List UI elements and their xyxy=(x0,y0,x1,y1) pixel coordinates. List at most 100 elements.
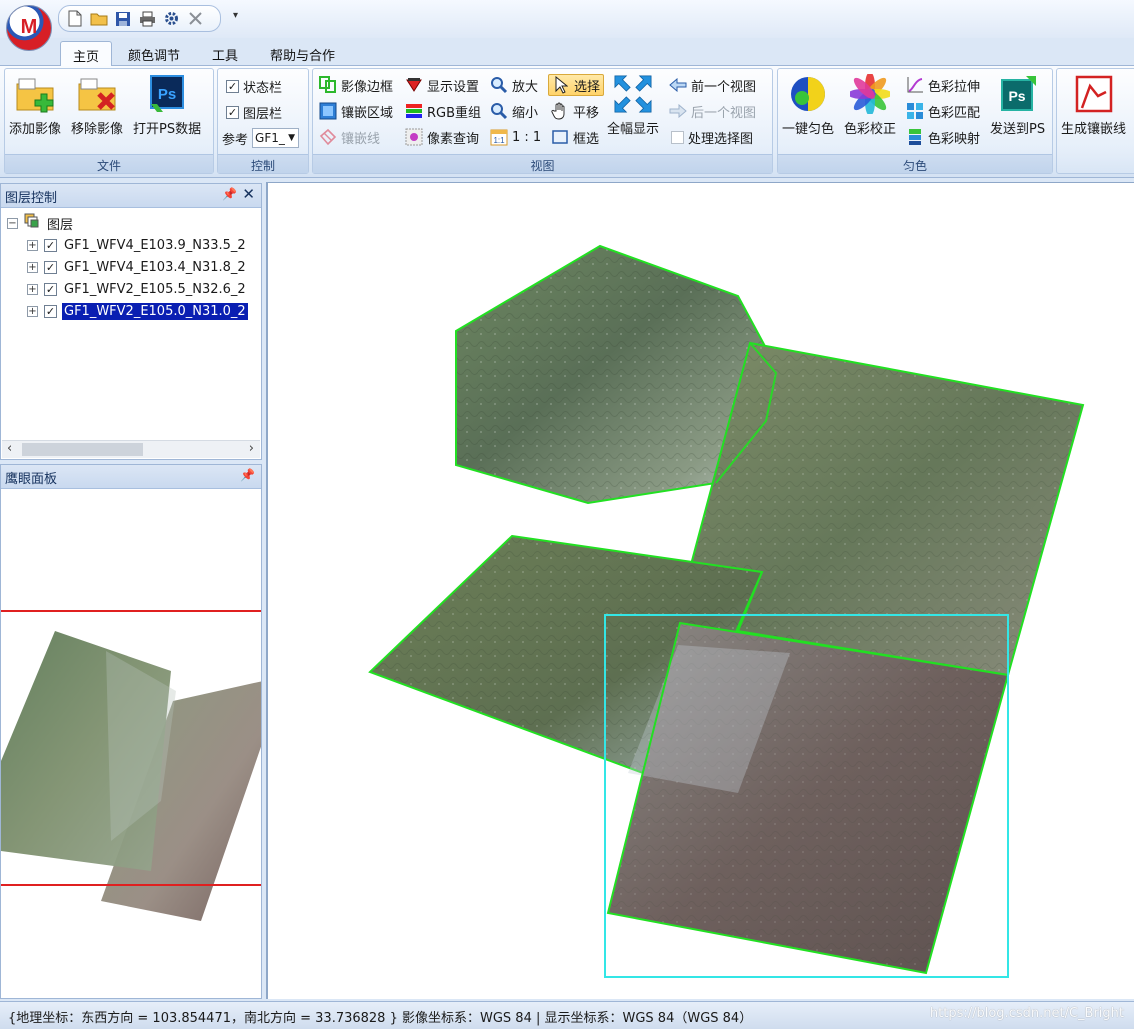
mosaic-line-button[interactable]: 镶嵌线 xyxy=(319,126,380,148)
mapping-icon xyxy=(906,128,924,146)
layer-control-panel: 图层控制 📌 ✕ − 图层 + ✓ GF1_WFV4_E103.9_N33.5_… xyxy=(0,183,262,460)
expand-icon[interactable]: + xyxy=(27,261,38,273)
color-wheel-icon xyxy=(850,73,890,115)
ribbon: 添加影像 移除影像 Ps 打开PS数据 文件 ✓ 状态栏 ✓ 图层栏 参考 GF… xyxy=(0,66,1134,178)
match-grid-icon xyxy=(906,102,924,120)
remove-image-button[interactable]: 移除影像 xyxy=(71,73,123,137)
reference-select[interactable]: GF1_ ▼ xyxy=(252,128,300,148)
scroll-left-icon[interactable]: ‹ xyxy=(7,441,12,456)
layer-visibility-checkbox[interactable]: ✓ xyxy=(44,238,57,252)
tab-home[interactable]: 主页 xyxy=(60,41,113,67)
zoom-out-icon xyxy=(490,102,508,120)
scrollbar-thumb[interactable] xyxy=(22,443,143,456)
box-select-button[interactable]: 框选 xyxy=(551,126,599,148)
color-balance-icon xyxy=(788,73,828,115)
color-correction-button[interactable]: 色彩校正 xyxy=(844,73,896,137)
color-mapping-button[interactable]: 色彩映射 xyxy=(906,126,980,148)
send-to-ps-button[interactable]: Ps 发送到PS xyxy=(990,73,1045,137)
layer-item[interactable]: + ✓ GF1_WFV4_E103.9_N33.5_2 xyxy=(27,234,248,256)
display-settings-button[interactable]: 显示设置 xyxy=(405,74,479,96)
expand-icon[interactable]: + xyxy=(27,305,38,317)
calendar-scale-icon: 1:1 xyxy=(490,128,508,146)
layer-visibility-checkbox[interactable]: ✓ xyxy=(44,260,57,274)
box-select-icon xyxy=(551,128,569,146)
horizontal-scrollbar[interactable]: ‹ › xyxy=(2,440,260,458)
status-bar: {地理坐标：东西方向 = 103.854471，南北方向 = 33.736828… xyxy=(0,1001,1134,1029)
new-file-icon[interactable] xyxy=(65,9,85,29)
remove-folder-icon xyxy=(77,73,117,115)
pixel-query-button[interactable]: 像素查询 xyxy=(405,126,479,148)
eagle-panel-header: 鹰眼面板 📌 xyxy=(1,465,261,489)
collapse-icon[interactable]: − xyxy=(7,217,18,229)
qat-customize-dropdown[interactable]: ▾ xyxy=(233,10,238,21)
image-footprint-4[interactable] xyxy=(606,621,1010,975)
mosaic-area-button[interactable]: 镶嵌区域 xyxy=(319,100,393,122)
add-image-button[interactable]: 添加影像 xyxy=(9,73,61,137)
rgb-recombine-button[interactable]: RGB重组 xyxy=(405,100,481,122)
layer-visibility-checkbox[interactable]: ✓ xyxy=(44,304,57,318)
color-stretch-button[interactable]: 色彩拉伸 xyxy=(906,74,980,96)
zoom-in-button[interactable]: 放大 xyxy=(490,74,538,96)
close-icon[interactable] xyxy=(185,9,205,29)
chevron-down-icon: ▼ xyxy=(288,133,296,143)
pin-icon[interactable]: 📌 xyxy=(222,187,237,201)
one-key-color-button[interactable]: 一键匀色 xyxy=(782,73,834,137)
select-button[interactable]: 选择 xyxy=(548,74,605,96)
tree-root-layers[interactable]: − 图层 xyxy=(7,212,75,234)
status-coordinates: {地理坐标：东西方向 = 103.854471，南北方向 = 33.736828… xyxy=(8,1011,753,1026)
close-icon[interactable]: ✕ xyxy=(242,185,255,203)
save-icon[interactable] xyxy=(113,9,133,29)
expand-icon[interactable]: + xyxy=(27,239,38,251)
title-bar: M ▾ xyxy=(0,0,1134,51)
svg-text:1:1: 1:1 xyxy=(493,136,505,145)
layer-item-selected[interactable]: + ✓ GF1_WFV2_E105.0_N31.0_2 xyxy=(27,300,248,322)
rgb-icon xyxy=(405,102,423,120)
tab-color-adjust[interactable]: 颜色调节 xyxy=(116,41,192,67)
image-border-button[interactable]: 影像边框 xyxy=(319,74,393,96)
layer-item[interactable]: + ✓ GF1_WFV2_E105.5_N32.6_2 xyxy=(27,278,248,300)
check-icon: ✓ xyxy=(226,105,239,119)
group-file-label: 文件 xyxy=(5,154,213,173)
layer-visibility-checkbox[interactable]: ✓ xyxy=(44,282,57,296)
zoom-in-icon xyxy=(490,76,508,94)
full-extent-button[interactable]: 全幅显示 xyxy=(607,73,659,137)
watermark-text: https://blog.csdn.net/C_Bright xyxy=(929,1006,1124,1021)
generate-mosaic-line-button[interactable]: 生成镶嵌线 xyxy=(1061,73,1126,137)
print-icon[interactable] xyxy=(137,9,157,29)
tab-tools[interactable]: 工具 xyxy=(200,41,250,67)
zoom-out-button[interactable]: 缩小 xyxy=(490,100,538,122)
scroll-right-icon[interactable]: › xyxy=(249,441,254,456)
photoshop-icon: Ps xyxy=(147,73,187,115)
map-canvas[interactable] xyxy=(266,182,1134,999)
eagle-eye-overview[interactable] xyxy=(1,489,262,999)
process-selected-toggle[interactable]: 处理选择图 xyxy=(671,126,753,148)
open-ps-data-button[interactable]: Ps 打开PS数据 xyxy=(133,73,201,137)
stretch-curve-icon xyxy=(906,76,924,94)
app-logo[interactable]: M xyxy=(6,5,52,51)
next-view-button[interactable]: 后一个视图 xyxy=(669,100,756,122)
display-settings-icon xyxy=(405,76,423,94)
tab-help[interactable]: 帮助与合作 xyxy=(258,41,347,67)
scale-1to1-button[interactable]: 1:1 1 : 1 xyxy=(490,126,541,148)
layer-bar-toggle[interactable]: ✓ 图层栏 xyxy=(226,101,282,123)
pin-icon[interactable]: 📌 xyxy=(240,468,255,482)
expand-icon[interactable]: + xyxy=(27,283,38,295)
pan-button[interactable]: 平移 xyxy=(551,100,599,122)
group-mosaic: 生成镶嵌线 xyxy=(1056,68,1134,174)
settings-icon[interactable] xyxy=(161,9,181,29)
prev-view-button[interactable]: 前一个视图 xyxy=(669,74,756,96)
open-folder-icon[interactable] xyxy=(89,9,109,29)
svg-text:Ps: Ps xyxy=(158,86,176,103)
reference-select-row: 参考 GF1_ ▼ xyxy=(222,127,300,149)
group-color: 一键匀色 色彩校正 色彩拉伸 色彩匹配 色彩映射 Ps 发送到PS 匀色 xyxy=(777,68,1053,174)
mosaic-area-icon xyxy=(319,102,337,120)
layer-item[interactable]: + ✓ GF1_WFV4_E103.4_N31.8_2 xyxy=(27,256,248,278)
full-extent-icon xyxy=(613,73,653,115)
color-match-button[interactable]: 色彩匹配 xyxy=(906,100,980,122)
status-bar-toggle[interactable]: ✓ 状态栏 xyxy=(226,75,282,97)
arrow-left-icon xyxy=(669,76,687,94)
mosaic-line-generate-icon xyxy=(1074,73,1114,115)
hand-icon xyxy=(551,102,569,120)
group-file: 添加影像 移除影像 Ps 打开PS数据 文件 xyxy=(4,68,214,174)
group-control: ✓ 状态栏 ✓ 图层栏 参考 GF1_ ▼ 控制 xyxy=(217,68,309,174)
